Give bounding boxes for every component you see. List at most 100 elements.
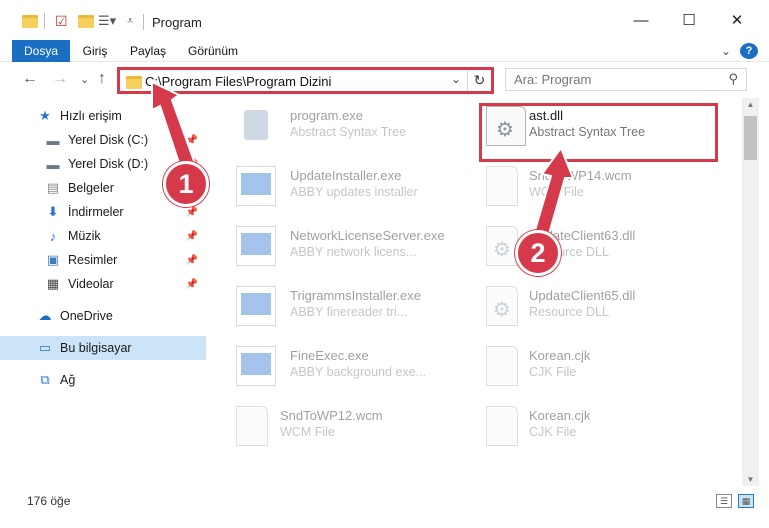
highlight-box-file	[479, 103, 718, 162]
file-item[interactable]: SndToWP12.wcm WCM File	[236, 400, 476, 452]
status-bar: 176 öğe ☰ ▦	[0, 486, 769, 516]
file-item[interactable]: NetworkLicenseServer.exe ABBY network li…	[236, 220, 476, 272]
search-box[interactable]: ⚲	[505, 68, 747, 91]
file-description: CJK File	[529, 365, 577, 379]
drive-icon: ▬	[46, 132, 60, 148]
file-item[interactable]: Korean.cjk CJK File	[486, 340, 726, 392]
installer-icon	[236, 106, 276, 146]
sidebar-item-label: Müzik	[68, 229, 101, 243]
title-bar: ☑ ☰▾ ⩡ Program — ☐ ✕	[0, 0, 769, 40]
help-icon[interactable]: ?	[740, 43, 758, 59]
file-item[interactable]: FineExec.exe ABBY background exe...	[236, 340, 476, 392]
item-count: 176 öğe	[27, 494, 71, 508]
document-icon: ▤	[46, 180, 60, 195]
minimize-button[interactable]: —	[618, 0, 664, 40]
file-icon	[486, 346, 518, 386]
new-folder-icon[interactable]	[78, 12, 94, 30]
file-item[interactable]: SndToWP14.wcm WCM File	[486, 160, 726, 212]
close-button[interactable]: ✕	[714, 0, 760, 40]
file-description: Resource DLL	[529, 305, 609, 319]
recent-locations-button[interactable]: ⌄	[80, 73, 89, 86]
details-view-icon[interactable]: ☰	[716, 494, 732, 508]
customize-quick-access-icon[interactable]: ☰▾	[98, 12, 116, 30]
maximize-button[interactable]: ☐	[666, 0, 712, 40]
sidebar-item-this-pc[interactable]: ▭ Bu bilgisayar	[0, 336, 206, 360]
expand-ribbon-icon[interactable]: ⌄	[718, 40, 734, 62]
step-badge-2: 2	[515, 230, 561, 276]
large-icons-view-icon[interactable]: ▦	[738, 494, 754, 508]
scrollbar-thumb[interactable]	[744, 116, 757, 160]
sidebar-item-label: Ağ	[60, 373, 76, 387]
toolbar-divider	[44, 13, 45, 29]
refresh-button[interactable]: ↻	[467, 70, 491, 91]
pin-icon: 📌	[185, 134, 198, 146]
file-description: CJK File	[529, 425, 577, 439]
sidebar-item-pictures[interactable]: ▣ Resimler 📌	[0, 248, 206, 272]
dll-gear-icon: ⚙	[486, 286, 518, 326]
dll-gear-icon: ⚙	[486, 226, 518, 266]
sidebar-item-label: Yerel Disk (D:)	[68, 157, 149, 171]
file-name: TrigrammsInstaller.exe	[290, 288, 421, 303]
sidebar-item-label: Bu bilgisayar	[60, 341, 132, 355]
search-input[interactable]	[506, 69, 716, 90]
file-name: SndToWP12.wcm	[280, 408, 383, 423]
address-bar[interactable]: C:\Program Files\Program Dizini ⌄ ↻	[117, 67, 494, 94]
quick-access-dropdown-icon[interactable]: ⩡	[127, 12, 133, 30]
back-button[interactable]: ←	[22, 70, 38, 88]
title-divider	[143, 14, 144, 30]
sidebar-item-videos[interactable]: ▦ Videolar 📌	[0, 272, 206, 296]
address-folder-icon	[126, 76, 142, 89]
pin-icon: 📌	[185, 254, 198, 266]
tab-view[interactable]: Görünüm	[186, 40, 240, 62]
scroll-down-icon[interactable]: ▼	[742, 475, 759, 484]
app-icon	[236, 226, 276, 266]
ribbon-tabs: Dosya Giriş Paylaş Görünüm ⌄ ?	[0, 40, 769, 92]
file-item[interactable]: program.exe Abstract Syntax Tree	[236, 100, 476, 152]
music-icon: ♪	[49, 228, 57, 244]
file-item[interactable]: TrigrammsInstaller.exe ABBY finereader t…	[236, 280, 476, 332]
sidebar-item-local-disk-c[interactable]: ▬ Yerel Disk (C:) 📌	[0, 128, 206, 152]
pin-icon: 📌	[185, 278, 198, 290]
address-path[interactable]: C:\Program Files\Program Dizini	[145, 74, 331, 89]
properties-icon[interactable]: ☑	[55, 12, 68, 30]
file-icon	[236, 406, 268, 446]
file-description: ABBY finereader tri...	[290, 305, 408, 319]
video-icon: ▦	[46, 276, 60, 291]
file-item[interactable]: ⚙ UpdateClient65.dll Resource DLL	[486, 280, 726, 332]
file-description: ABBY network licens...	[290, 245, 417, 259]
star-icon: ★	[39, 108, 51, 123]
file-name: NetworkLicenseServer.exe	[290, 228, 445, 243]
step-badge-1: 1	[163, 161, 209, 207]
up-button[interactable]: ↑	[98, 70, 106, 88]
search-icon[interactable]: ⚲	[728, 71, 738, 87]
sidebar-item-label: Hızlı erişim	[60, 109, 122, 123]
tab-share[interactable]: Paylaş	[128, 40, 168, 62]
file-description: WCM File	[529, 185, 584, 199]
file-description: WCM File	[280, 425, 335, 439]
sidebar-item-label: Resimler	[68, 253, 118, 267]
computer-icon: ▭	[38, 340, 52, 355]
file-name: program.exe	[290, 108, 363, 123]
tab-home[interactable]: Giriş	[78, 40, 112, 62]
file-description: ABBY updates installer	[290, 185, 418, 199]
cloud-icon: ☁	[38, 308, 52, 323]
forward-button[interactable]: →	[52, 70, 68, 88]
drive-icon: ▬	[46, 156, 60, 172]
address-dropdown-icon[interactable]: ⌄	[451, 72, 461, 86]
file-icon	[486, 166, 518, 206]
sidebar-item-network[interactable]: ⧉ Ağ	[0, 368, 206, 392]
file-name: FineExec.exe	[290, 348, 369, 363]
sidebar-item-onedrive[interactable]: ☁ OneDrive	[0, 304, 206, 328]
sidebar-item-quick-access[interactable]: ★ Hızlı erişim	[0, 104, 206, 128]
file-description: ABBY background exe...	[290, 365, 426, 379]
sidebar-item-label: OneDrive	[60, 309, 113, 323]
window-title: Program	[152, 15, 202, 30]
file-name: Korean.cjk	[529, 348, 591, 363]
scroll-up-icon[interactable]: ▲	[742, 100, 759, 109]
file-item[interactable]: Korean.cjk CJK File	[486, 400, 726, 452]
vertical-scrollbar[interactable]: ▲ ▼	[742, 98, 759, 486]
file-name: UpdateInstaller.exe	[290, 168, 402, 183]
app-icon	[236, 286, 276, 326]
sidebar-item-music[interactable]: ♪ Müzik 📌	[0, 224, 206, 248]
file-item[interactable]: UpdateInstaller.exe ABBY updates install…	[236, 160, 476, 212]
